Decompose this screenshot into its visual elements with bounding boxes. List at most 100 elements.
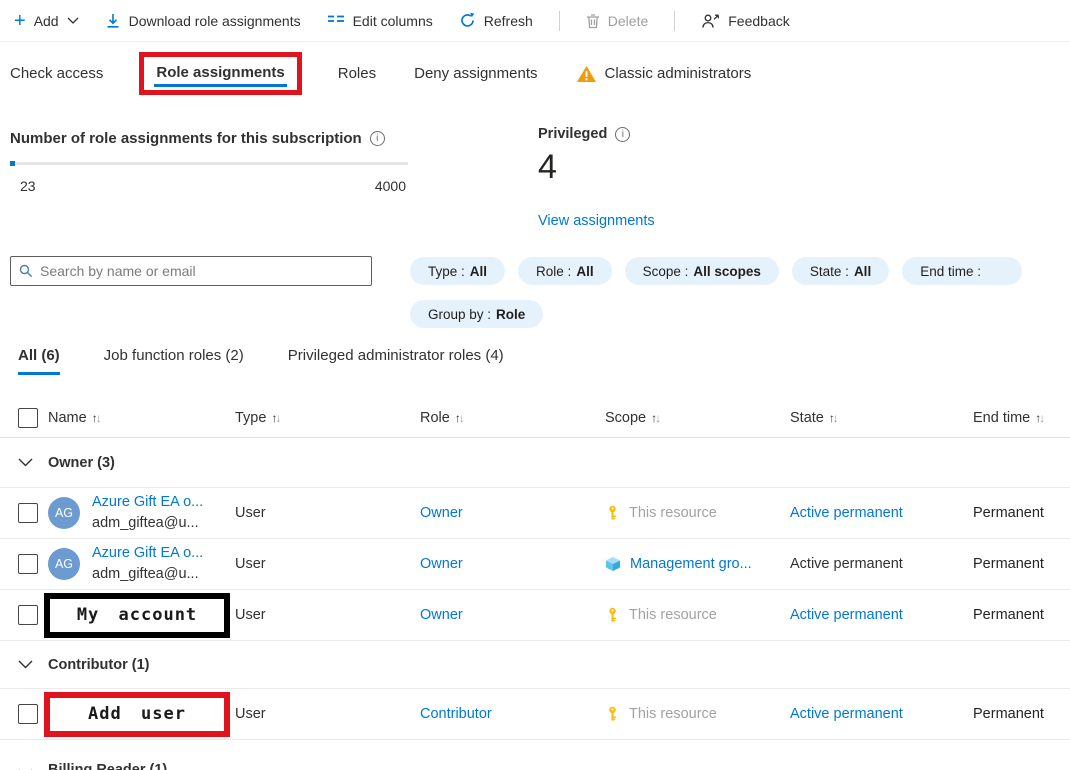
principal-name-link[interactable]: Azure Gift EA o...: [92, 543, 203, 564]
subtab-all[interactable]: All (6): [18, 347, 60, 375]
state-link[interactable]: Active permanent: [790, 505, 903, 521]
tab-roles[interactable]: Roles: [336, 55, 378, 92]
download-icon: [105, 13, 121, 29]
annotation-red-box-role-assignments: Role assignments: [139, 52, 301, 95]
info-icon[interactable]: i: [370, 131, 385, 146]
role-link[interactable]: Owner: [420, 556, 463, 572]
principal-email: adm_giftea@u...: [92, 513, 203, 534]
assignments-progress-bar: [10, 162, 408, 165]
sort-icon: ↑↓: [271, 411, 279, 425]
scope-link[interactable]: Management gro...: [630, 556, 752, 572]
search-box: [10, 256, 372, 286]
assignments-count-panel: Number of role assignments for this subs…: [10, 130, 408, 194]
role-link[interactable]: Owner: [420, 607, 463, 623]
sort-icon: ↑↓: [455, 411, 463, 425]
sort-icon: ↑↓: [651, 411, 659, 425]
end-time-cell: Permanent: [973, 556, 1070, 572]
column-header-scope[interactable]: Scope ↑↓: [605, 410, 790, 426]
column-header-state[interactable]: State ↑↓: [790, 410, 973, 426]
search-icon: [19, 264, 33, 278]
principal-name: My account: [77, 605, 197, 625]
edit-columns-button[interactable]: Edit columns: [327, 13, 433, 29]
privileged-count: 4: [538, 148, 655, 187]
scope-label: This resource: [629, 706, 717, 722]
type-cell: User: [235, 505, 420, 521]
subtab-job-function-roles[interactable]: Job function roles (2): [104, 347, 244, 375]
search-input[interactable]: [40, 263, 363, 279]
table-row[interactable]: My account User Owner This resource Acti…: [0, 590, 1070, 641]
command-bar: + Add Download role assignments Edit: [0, 0, 1070, 42]
tab-check-access[interactable]: Check access: [8, 55, 105, 92]
filter-pills: Type :All Role :All Scope :All scopes St…: [410, 257, 1022, 285]
table-row[interactable]: AG Azure Gift EA o... adm_giftea@u... Us…: [0, 539, 1070, 590]
key-icon: [605, 607, 620, 623]
column-header-role[interactable]: Role ↑↓: [420, 410, 605, 426]
feedback-icon: [701, 13, 720, 29]
tab-classic-administrators[interactable]: Classic administrators: [574, 55, 754, 93]
group-header-billing-reader[interactable]: Billing Reader (1): [0, 740, 1070, 770]
key-icon: [605, 505, 620, 521]
avatar: AG: [48, 548, 80, 580]
chevron-down-icon[interactable]: [18, 458, 48, 467]
role-link[interactable]: Owner: [420, 505, 463, 521]
column-header-name[interactable]: Name ↑↓: [48, 410, 235, 426]
privileged-panel: Privileged i 4 View assignments: [538, 126, 655, 230]
sort-icon: ↑↓: [92, 411, 100, 425]
role-link[interactable]: Contributor: [420, 706, 492, 722]
group-header-owner[interactable]: Owner (3): [0, 438, 1070, 488]
principal-name-link[interactable]: Azure Gift EA o...: [92, 492, 203, 513]
end-time-cell: Permanent: [973, 505, 1070, 521]
principal-name: Add user: [88, 704, 186, 724]
chevron-down-icon[interactable]: [18, 660, 48, 669]
type-cell: User: [235, 706, 420, 722]
view-assignments-link[interactable]: View assignments: [538, 213, 655, 229]
avatar: AG: [48, 497, 80, 529]
edit-columns-icon: [327, 14, 345, 28]
filter-scope[interactable]: Scope :All scopes: [625, 257, 779, 285]
role-assignments-table: Name ↑↓ Type ↑↓ Role ↑↓ Scope ↑↓ State ↑…: [0, 398, 1070, 770]
active-tab-underline: [154, 84, 286, 87]
sort-icon: ↑↓: [829, 411, 837, 425]
type-cell: User: [235, 556, 420, 572]
assignments-progress-fill: [10, 161, 15, 166]
add-button[interactable]: + Add: [14, 11, 79, 31]
row-checkbox[interactable]: [18, 554, 38, 574]
warning-icon: [576, 65, 597, 83]
info-icon[interactable]: i: [615, 127, 630, 142]
column-header-type[interactable]: Type ↑↓: [235, 410, 420, 426]
state-link[interactable]: Active permanent: [790, 706, 903, 722]
sort-icon: ↑↓: [1035, 411, 1043, 425]
tab-deny-assignments[interactable]: Deny assignments: [412, 55, 539, 92]
end-time-cell: Permanent: [973, 706, 1070, 722]
subtab-privileged-admin-roles[interactable]: Privileged administrator roles (4): [288, 347, 504, 375]
group-by-pill[interactable]: Group by :Role: [410, 300, 543, 328]
filter-role[interactable]: Role :All: [518, 257, 612, 285]
end-time-cell: Permanent: [973, 607, 1070, 623]
filter-end-time[interactable]: End time :: [902, 257, 1022, 285]
row-checkbox[interactable]: [18, 503, 38, 523]
filter-type[interactable]: Type :All: [410, 257, 505, 285]
row-checkbox[interactable]: [18, 605, 38, 625]
table-header: Name ↑↓ Type ↑↓ Role ↑↓ Scope ↑↓ State ↑…: [0, 398, 1070, 438]
table-row[interactable]: Add user User Contributor This resource …: [0, 689, 1070, 740]
delete-button[interactable]: Delete: [586, 13, 648, 29]
state-link[interactable]: Active permanent: [790, 607, 903, 623]
annotation-black-box-my-account: My account: [44, 593, 230, 638]
feedback-button[interactable]: Feedback: [701, 13, 789, 29]
select-all-checkbox[interactable]: [18, 408, 38, 428]
column-header-end-time[interactable]: End time ↑↓: [973, 410, 1070, 426]
assignments-count-title: Number of role assignments for this subs…: [10, 130, 408, 147]
scope-label: This resource: [629, 607, 717, 623]
scope-label: This resource: [629, 505, 717, 521]
trash-icon: [586, 13, 600, 29]
tab-role-assignments[interactable]: Role assignments: [156, 64, 284, 81]
filter-state[interactable]: State :All: [792, 257, 889, 285]
download-role-assignments-button[interactable]: Download role assignments: [105, 13, 301, 29]
group-header-contributor[interactable]: Contributor (1): [0, 641, 1070, 689]
refresh-button[interactable]: Refresh: [459, 12, 533, 29]
role-category-tabs: All (6) Job function roles (2) Privilege…: [18, 347, 504, 375]
state-label: Active permanent: [790, 556, 903, 572]
row-checkbox[interactable]: [18, 704, 38, 724]
table-row[interactable]: AG Azure Gift EA o... adm_giftea@u... Us…: [0, 488, 1070, 539]
chevron-down-icon: [67, 17, 79, 24]
